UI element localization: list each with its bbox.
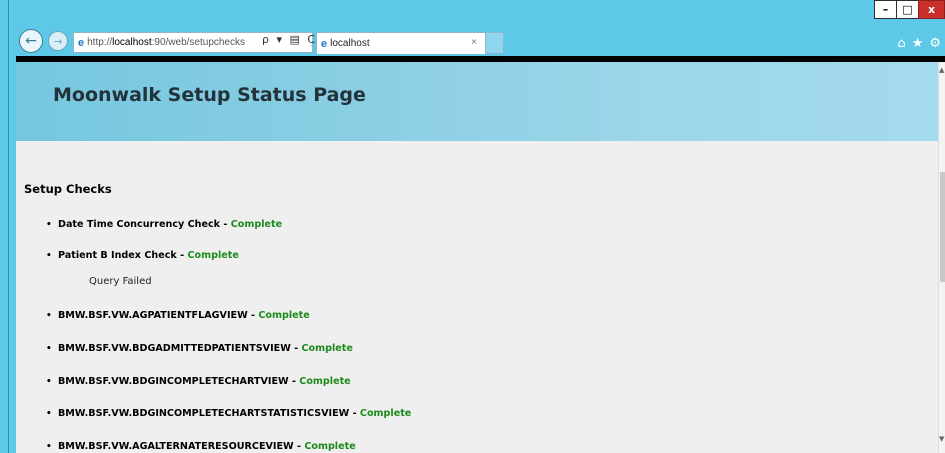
back-arrow-icon: ← [25, 33, 37, 49]
scroll-up-icon[interactable]: ▲ [939, 66, 944, 74]
list-item: • BMW.BSF.VW.BDGADMITTEDPATIENTSVIEW - Co… [46, 343, 353, 354]
check-note: Query Failed [89, 276, 152, 287]
window-frame-left [0, 0, 9, 453]
separator: - [293, 441, 305, 452]
status-complete: Complete [304, 441, 356, 452]
bullet-icon: • [46, 220, 52, 230]
check-name: BMW.BSF.VW.AGPATIENTFLAGVIEW [58, 310, 248, 321]
minimize-button[interactable]: – [874, 0, 897, 19]
list-item: • Patient B Index Check - Complete [46, 250, 239, 261]
list-item: • BMW.BSF.VW.BDGINCOMPLETECHARTSTATISTICS… [46, 408, 411, 419]
status-complete: Complete [187, 250, 239, 261]
status-complete: Complete [301, 343, 353, 354]
bullet-icon: • [46, 377, 52, 387]
tab-close-icon[interactable]: × [471, 37, 477, 48]
check-name: Patient B Index Check [58, 250, 177, 261]
separator: - [349, 408, 360, 419]
ie-page-icon: e [78, 36, 85, 49]
check-name: BMW.BSF.VW.BDGADMITTEDPATIENTSVIEW [58, 343, 291, 354]
back-button[interactable]: ← [19, 29, 43, 53]
list-item: • BMW.BSF.VW.BDGINCOMPLETECHARTVIEW - Com… [46, 376, 351, 387]
forward-button[interactable]: → [48, 31, 68, 51]
separator: - [247, 310, 259, 321]
separator: - [290, 343, 302, 354]
close-button[interactable]: x [918, 0, 945, 19]
bullet-icon: • [46, 344, 52, 354]
status-complete: Complete [258, 310, 310, 321]
new-tab-button[interactable] [486, 32, 504, 54]
address-tools-icons[interactable]: ρ ▾ ▤ C [262, 33, 317, 46]
page-content: Moonwalk Setup Status Page Setup Checks … [16, 62, 938, 453]
bullet-icon: • [46, 442, 52, 452]
vertical-scrollbar[interactable]: ▲ ▼ [938, 62, 945, 453]
url-prefix: http:// [87, 37, 113, 48]
favorites-star-icon[interactable]: ★ [912, 36, 924, 51]
page-header-banner: Moonwalk Setup Status Page [16, 62, 938, 141]
bullet-icon: • [46, 409, 52, 419]
url-path: :90/web/setupchecks [151, 37, 245, 48]
ie-tab-icon: e [321, 37, 328, 50]
maximize-button[interactable]: □ [896, 0, 919, 19]
settings-gear-icon[interactable]: ⚙ [929, 36, 941, 51]
toolbar-right-icons: ⌂ ★ ⚙ [897, 36, 941, 51]
list-item: • Date Time Concurrency Check - Complete [46, 219, 282, 230]
window-controls: – □ x [874, 0, 945, 21]
home-icon[interactable]: ⌂ [897, 36, 905, 51]
bullet-icon: • [46, 311, 52, 321]
status-complete: Complete [299, 376, 351, 387]
forward-arrow-icon: → [53, 34, 63, 48]
tab-title: localhost [330, 38, 370, 49]
check-name: Date Time Concurrency Check [58, 219, 221, 230]
status-complete: Complete [230, 219, 283, 230]
scroll-thumb[interactable] [940, 172, 945, 282]
check-name: BMW.BSF.VW.BDGINCOMPLETECHARTVIEW [58, 376, 289, 387]
list-item: • BMW.BSF.VW.AGALTERNATERESOURCEVIEW - Co… [46, 441, 356, 452]
bullet-icon: • [46, 251, 52, 261]
status-complete: Complete [359, 408, 412, 419]
tab-localhost[interactable]: e localhost × [316, 32, 486, 54]
url-host: localhost [112, 37, 152, 48]
check-name: BMW.BSF.VW.BDGINCOMPLETECHARTSTATISTICSV… [58, 408, 350, 419]
section-title: Setup Checks [24, 182, 112, 196]
page-title: Moonwalk Setup Status Page [53, 84, 366, 106]
separator: - [220, 219, 231, 230]
check-name: BMW.BSF.VW.AGALTERNATERESOURCEVIEW [58, 441, 294, 452]
scroll-down-icon[interactable]: ▼ [939, 435, 944, 443]
separator: - [288, 376, 300, 387]
list-item: • BMW.BSF.VW.AGPATIENTFLAGVIEW - Complete [46, 310, 310, 321]
separator: - [176, 250, 188, 261]
